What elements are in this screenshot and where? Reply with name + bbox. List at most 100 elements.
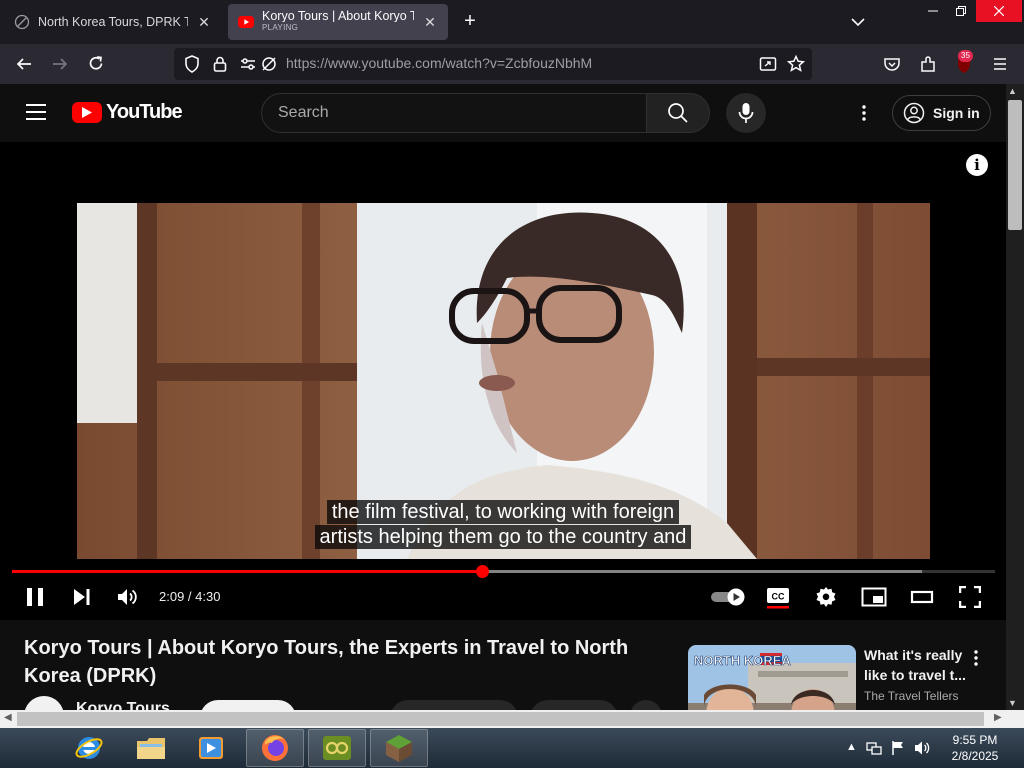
scroll-down-arrow-icon[interactable]: ▼ bbox=[1008, 698, 1017, 708]
guide-menu-icon[interactable] bbox=[25, 103, 47, 121]
youtube-play-icon bbox=[72, 102, 102, 123]
browser-tab-active[interactable]: Koryo Tours | About Koryo Tours PLAYING … bbox=[228, 4, 448, 40]
caption-text: the film festival, to working with forei… bbox=[326, 500, 680, 524]
caption-line: artists helping them go to the country a… bbox=[0, 525, 1006, 550]
autoplay-toggle-icon bbox=[711, 588, 745, 606]
fullscreen-button[interactable] bbox=[957, 584, 983, 610]
network-icon[interactable] bbox=[866, 740, 882, 756]
account-icon bbox=[903, 102, 925, 124]
scroll-right-arrow-icon[interactable]: ▶ bbox=[994, 712, 1002, 723]
browser-tab-inactive[interactable]: North Korea Tours, DPRK Travel ✕ bbox=[4, 4, 222, 40]
miniplayer-button[interactable] bbox=[861, 584, 887, 610]
vertical-dots-icon bbox=[862, 105, 866, 121]
search-icon bbox=[668, 103, 688, 123]
folder-icon bbox=[137, 738, 165, 759]
hamburger-menu-icon[interactable] bbox=[990, 54, 1010, 74]
voice-search-button[interactable] bbox=[726, 93, 766, 133]
picture-in-picture-icon[interactable] bbox=[758, 54, 778, 74]
internet-explorer-icon bbox=[75, 737, 103, 759]
theater-mode-icon bbox=[910, 590, 934, 604]
speaker-icon[interactable] bbox=[914, 740, 932, 756]
caption-line: the film festival, to working with forei… bbox=[0, 500, 1006, 525]
lock-icon[interactable] bbox=[210, 54, 230, 74]
new-tab-button[interactable]: + bbox=[458, 10, 482, 34]
shield-icon[interactable] bbox=[182, 54, 202, 74]
taskbar-minecraft[interactable] bbox=[370, 729, 428, 767]
action-center-flag-icon[interactable] bbox=[890, 740, 906, 756]
close-icon[interactable]: ✕ bbox=[422, 14, 438, 31]
page-scrollbar-thumb[interactable] bbox=[1008, 100, 1022, 230]
microphone-icon bbox=[738, 103, 754, 123]
vertical-dots-icon[interactable] bbox=[968, 648, 984, 668]
time-display: 2:09 / 4:30 bbox=[159, 589, 221, 604]
autoplay-toggle[interactable] bbox=[709, 584, 747, 610]
media-player-icon bbox=[199, 737, 223, 759]
miniplayer-icon bbox=[861, 587, 887, 607]
permissions-icon[interactable] bbox=[238, 54, 258, 74]
search-placeholder: Search bbox=[278, 104, 329, 121]
subtitles-button[interactable]: CC bbox=[765, 584, 791, 610]
sign-in-label: Sign in bbox=[933, 105, 980, 121]
closed-captions-icon: CC bbox=[767, 588, 789, 609]
taskbar-clock[interactable]: 9:55 PM 2/8/2025 bbox=[944, 732, 1006, 764]
mute-button[interactable] bbox=[115, 584, 141, 610]
scroll-left-arrow-icon[interactable]: ◀ bbox=[4, 712, 12, 723]
reload-icon[interactable] bbox=[86, 54, 106, 74]
svg-text:CC: CC bbox=[772, 592, 785, 602]
taskbar-media-player[interactable] bbox=[182, 729, 240, 767]
url-text[interactable]: https://www.youtube.com/watch?v=ZcbfouzN… bbox=[286, 55, 592, 71]
fullscreen-icon bbox=[959, 586, 981, 608]
clock-date: 2/8/2025 bbox=[951, 749, 999, 763]
theater-mode-button[interactable] bbox=[909, 584, 935, 610]
taskbar-game-app[interactable] bbox=[308, 729, 366, 767]
firefox-icon bbox=[262, 735, 288, 761]
close-icon[interactable]: ✕ bbox=[196, 14, 212, 31]
back-arrow-icon[interactable] bbox=[14, 54, 34, 74]
youtube-logo[interactable]: YouTube bbox=[72, 101, 183, 124]
video-title: Koryo Tours | About Koryo Tours, the Exp… bbox=[24, 637, 629, 687]
tab-title: North Korea Tours, DPRK Travel bbox=[38, 15, 188, 29]
restore-icon bbox=[956, 6, 966, 16]
recommended-video-channel[interactable]: The Travel Tellers bbox=[864, 689, 958, 703]
settings-button[interactable] bbox=[813, 584, 839, 610]
sign-in-button[interactable]: Sign in bbox=[892, 95, 991, 131]
extension-badge-count: 35 bbox=[958, 50, 973, 62]
minimize-window-button[interactable] bbox=[918, 0, 948, 22]
gear-icon bbox=[816, 587, 836, 607]
restore-window-button[interactable] bbox=[946, 0, 976, 22]
info-icon[interactable]: i bbox=[966, 154, 988, 176]
youtube-icon bbox=[238, 16, 254, 28]
recommended-video-title[interactable]: What it's really like to travel t... bbox=[864, 645, 974, 685]
caption-text: artists helping them go to the country a… bbox=[314, 525, 692, 549]
pause-button[interactable] bbox=[22, 584, 48, 610]
taskbar-file-explorer[interactable] bbox=[122, 729, 180, 767]
globe-icon bbox=[14, 14, 30, 30]
search-input[interactable]: Search bbox=[261, 93, 647, 133]
tab-title: Koryo Tours | About Koryo Tours bbox=[262, 10, 414, 22]
taskbar-internet-explorer[interactable] bbox=[60, 729, 118, 767]
skip-next-icon bbox=[74, 589, 90, 605]
more-options-button[interactable] bbox=[854, 103, 874, 123]
played-bar bbox=[12, 570, 483, 573]
search-button[interactable] bbox=[646, 93, 710, 133]
show-hidden-icons-icon[interactable]: ▲ bbox=[846, 741, 857, 755]
minimize-icon bbox=[928, 10, 938, 12]
close-icon bbox=[994, 6, 1004, 16]
scroll-up-arrow-icon[interactable]: ▲ bbox=[1008, 86, 1017, 96]
forward-arrow-icon[interactable] bbox=[50, 54, 70, 74]
clock-time: 9:55 PM bbox=[952, 733, 998, 747]
next-button[interactable] bbox=[69, 584, 95, 610]
youtube-wordmark: YouTube bbox=[106, 101, 183, 123]
volume-icon bbox=[118, 589, 137, 605]
tab-playing-label: PLAYING bbox=[262, 23, 299, 32]
close-window-button[interactable] bbox=[976, 0, 1022, 22]
tracking-protection-icon[interactable] bbox=[259, 54, 279, 74]
taskbar-firefox[interactable] bbox=[246, 729, 304, 767]
minecraft-icon bbox=[386, 735, 412, 762]
horizontal-scrollbar-thumb[interactable] bbox=[17, 712, 984, 726]
bookmark-star-icon[interactable] bbox=[786, 54, 806, 74]
pocket-icon[interactable] bbox=[882, 54, 902, 74]
chevron-down-icon[interactable] bbox=[848, 12, 868, 32]
thumbnail-text: NORTH KOREA bbox=[694, 653, 791, 668]
extensions-icon[interactable] bbox=[918, 54, 938, 74]
